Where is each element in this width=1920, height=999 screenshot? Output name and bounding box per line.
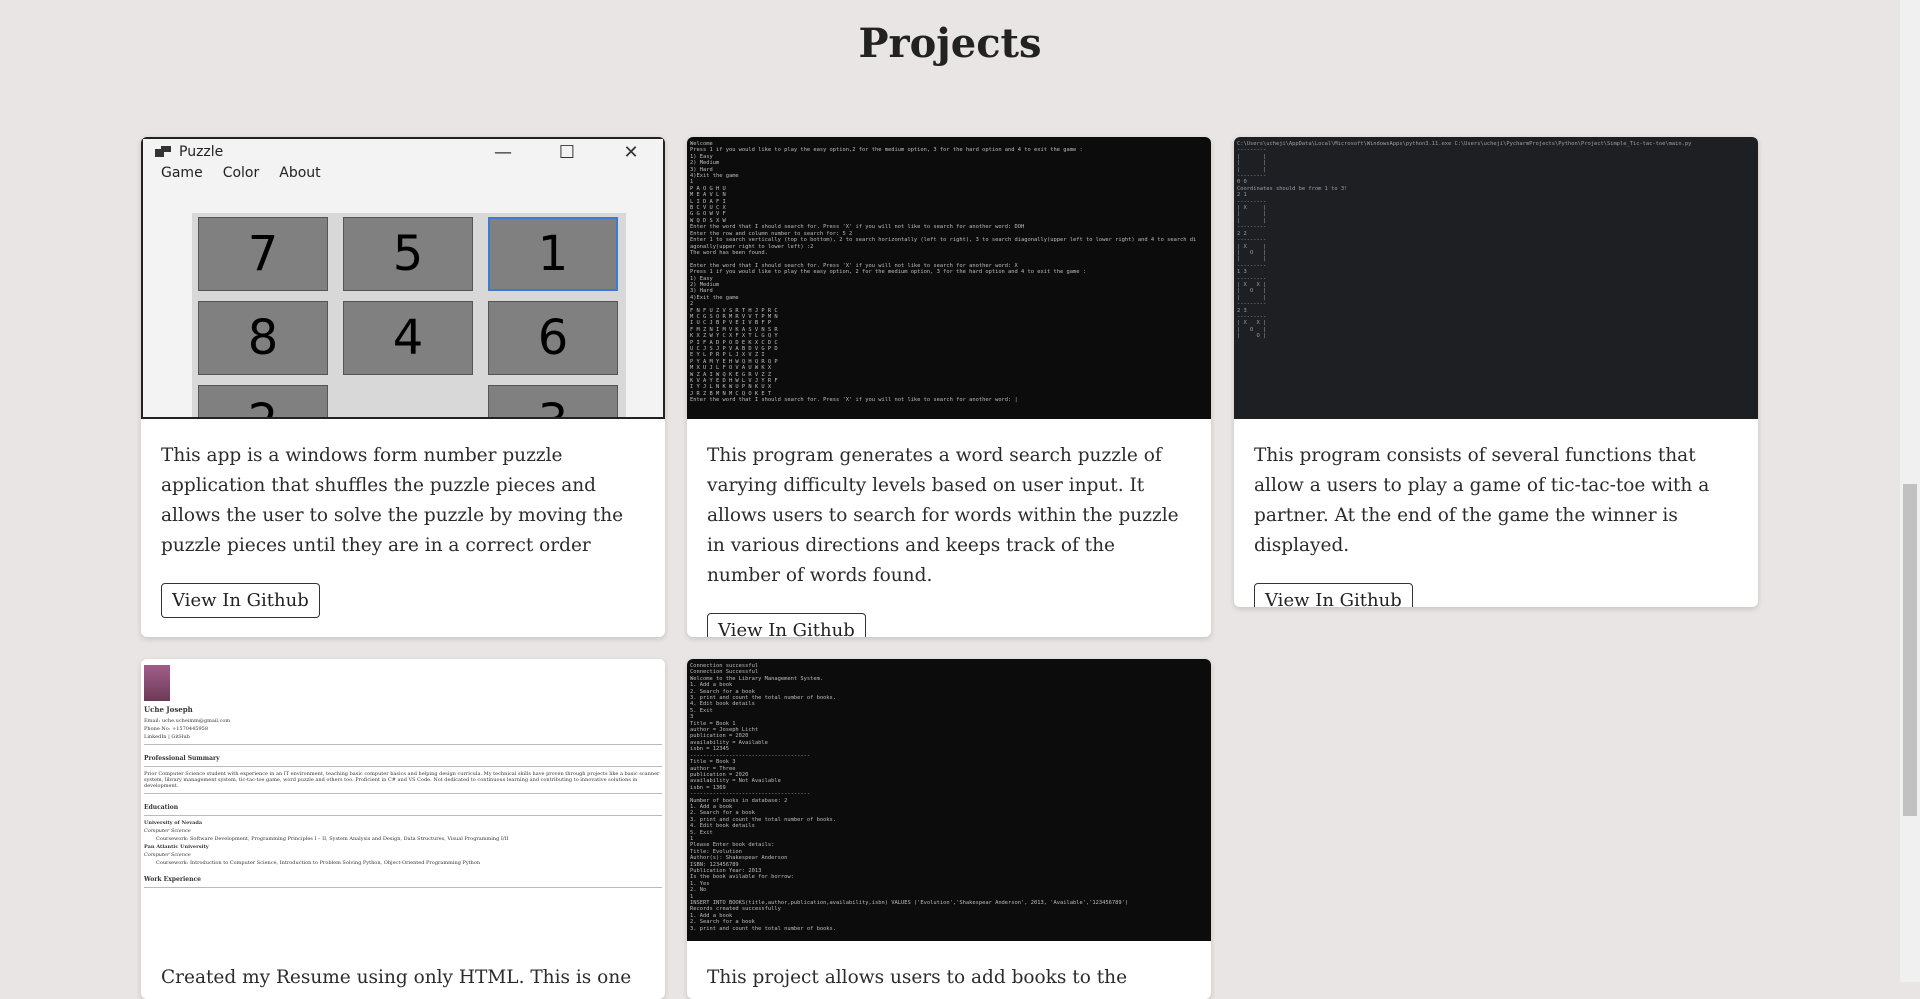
project-description: This project allows users to add books t… [707,967,1128,988]
maximize-icon: ☐ [558,141,576,163]
view-github-button[interactable]: View In Github [707,613,866,637]
project-card-library: Connection successful Connection Success… [687,659,1211,999]
resume-coursework: Coursework: Introduction to Computer Sci… [156,860,481,866]
menu-game: Game [161,165,203,181]
resume-contact: Email: uche.ucheimm@gmail.com [144,718,231,724]
project-card-tic-tac-toe: C:\Users\ucheji\AppData\Local\Microsoft\… [1234,137,1758,607]
tic-tac-toe-screenshot: C:\Users\ucheji\AppData\Local\Microsoft\… [1234,137,1758,419]
resume-summary: Prior Computer Science student with expe… [144,771,660,789]
close-icon: ✕ [623,141,639,163]
project-description: This app is a windows form number puzzle… [161,445,624,556]
resume-school: Pan Atlantic University [144,844,209,850]
puzzle-tile: 2 [198,385,328,417]
puzzle-board: 7 5 1 8 4 6 2 3 [192,213,626,417]
resume-name: Uche Joseph [144,705,193,714]
scrollbar[interactable] [1900,0,1920,982]
puzzle-tile: 8 [198,301,328,375]
project-description: This program consists of several functio… [1254,445,1710,556]
resume-heading: Work Experience [144,876,201,883]
scrollbar-thumb[interactable] [1903,484,1917,816]
puzzle-tile: 1 [488,217,618,291]
puzzle-menubar: Game Color About [143,165,663,187]
puzzle-tile: 7 [198,217,328,291]
project-description: Created my Resume using only HTML. This … [161,967,632,999]
library-screenshot: Connection successful Connection Success… [687,659,1211,941]
page-title: Projects [858,20,1042,67]
app-icon [155,146,171,158]
puzzle-tile: 5 [343,217,473,291]
resume-heading: Education [144,804,179,811]
resume-school: University of Nevada [144,820,203,826]
resume-contact: Phone No: +1570445958 [144,726,209,732]
project-card-word-search: Welcome Press 1 if you would like to pla… [687,137,1211,637]
minimize-icon: — [494,141,512,163]
puzzle-tile: 4 [343,301,473,375]
project-card-resume: Uche Joseph Email: uche.ucheimm@gmail.co… [141,659,665,999]
word-search-screenshot: Welcome Press 1 if you would like to pla… [687,137,1211,419]
puzzle-screenshot: Puzzle — ☐ ✕ Game Color About 7 5 1 8 4 … [141,137,665,419]
resume-heading: Professional Summary [144,755,220,762]
resume-contact: LinkedIn | GitHub [144,734,190,740]
puzzle-titlebar: Puzzle — ☐ ✕ [143,139,663,165]
puzzle-tile: 3 [488,385,618,417]
avatar [144,665,170,701]
view-github-button[interactable]: View In Github [1254,583,1413,607]
view-github-button[interactable]: View In Github [161,583,320,618]
project-card-puzzle: Puzzle — ☐ ✕ Game Color About 7 5 1 8 4 … [141,137,665,637]
resume-screenshot: Uche Joseph Email: uche.ucheimm@gmail.co… [141,659,665,941]
resume-program: Computer Science [144,828,191,834]
menu-about: About [279,165,321,181]
project-description: This program generates a word search puz… [707,445,1179,586]
resume-coursework: Coursework: Software Development, Progra… [156,836,509,842]
menu-color: Color [222,165,260,181]
puzzle-tile: 6 [488,301,618,375]
resume-program: Computer Science [144,852,191,858]
window-title: Puzzle [179,144,224,160]
